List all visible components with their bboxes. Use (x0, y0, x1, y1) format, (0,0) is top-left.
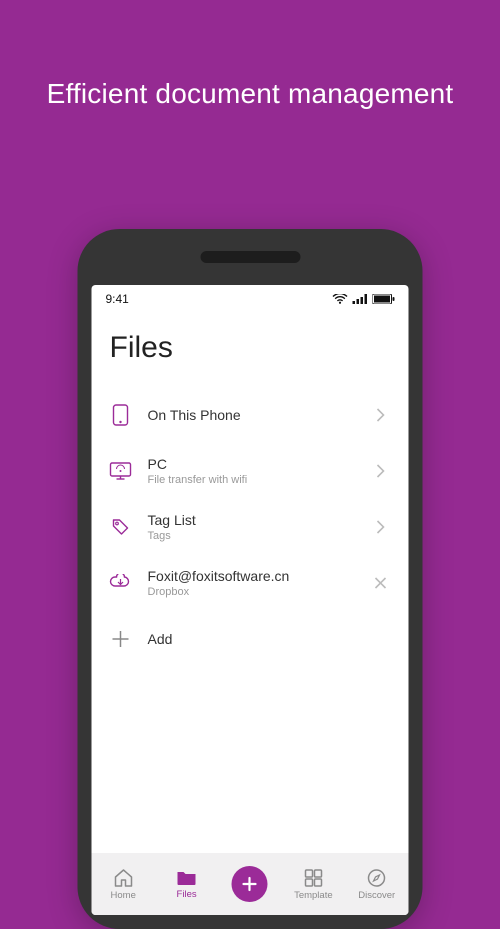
content: Files On This Phone PC (92, 313, 409, 853)
source-dropbox-account[interactable]: Foxit@foxitsoftware.cn Dropbox (110, 555, 391, 611)
chevron-right-icon (371, 461, 391, 481)
tab-discover[interactable]: Discover (349, 868, 405, 901)
tab-files[interactable]: Files (159, 869, 215, 900)
chevron-right-icon (371, 517, 391, 537)
tab-template-label: Template (294, 890, 333, 901)
phone-icon (110, 404, 132, 426)
tab-new[interactable] (222, 866, 278, 902)
template-icon (303, 868, 323, 888)
battery-icon (373, 294, 395, 304)
tab-files-label: Files (177, 889, 197, 900)
phone-speaker (200, 251, 300, 263)
phone-frame: 9:41 Files On (78, 229, 423, 929)
screen: 9:41 Files On (92, 285, 409, 915)
pc-icon (110, 460, 132, 482)
tab-template[interactable]: Template (285, 868, 341, 901)
home-icon (112, 868, 134, 888)
status-bar: 9:41 (92, 285, 409, 313)
cellular-icon (353, 294, 368, 304)
row-sublabel: File transfer with wifi (148, 474, 355, 486)
plus-icon (110, 628, 132, 650)
source-tag-list[interactable]: Tag List Tags (110, 499, 391, 555)
dropbox-icon (110, 572, 132, 594)
row-label: Add (148, 631, 355, 647)
remove-account-button[interactable] (371, 573, 391, 593)
row-label: Tag List (148, 512, 355, 528)
compass-icon (367, 868, 387, 888)
tag-icon (110, 516, 132, 538)
status-time: 9:41 (106, 292, 129, 306)
fab-plus-icon (232, 866, 268, 902)
tab-home-label: Home (111, 890, 136, 901)
source-on-this-phone[interactable]: On This Phone (110, 387, 391, 443)
marketing-headline: Efficient document management (0, 0, 500, 110)
tab-discover-label: Discover (358, 890, 395, 901)
folder-icon (176, 869, 198, 887)
row-sublabel: Dropbox (148, 586, 355, 598)
page-title: Files (110, 331, 391, 365)
row-sublabel: Tags (148, 530, 355, 542)
row-label: On This Phone (148, 407, 355, 423)
wifi-icon (333, 294, 348, 305)
source-pc[interactable]: PC File transfer with wifi (110, 443, 391, 499)
add-source[interactable]: Add (110, 611, 391, 667)
tab-home[interactable]: Home (95, 868, 151, 901)
chevron-right-icon (371, 405, 391, 425)
status-icons (333, 294, 395, 305)
tab-bar: Home Files Template (92, 853, 409, 915)
row-label: PC (148, 456, 355, 472)
row-label: Foxit@foxitsoftware.cn (148, 568, 355, 584)
